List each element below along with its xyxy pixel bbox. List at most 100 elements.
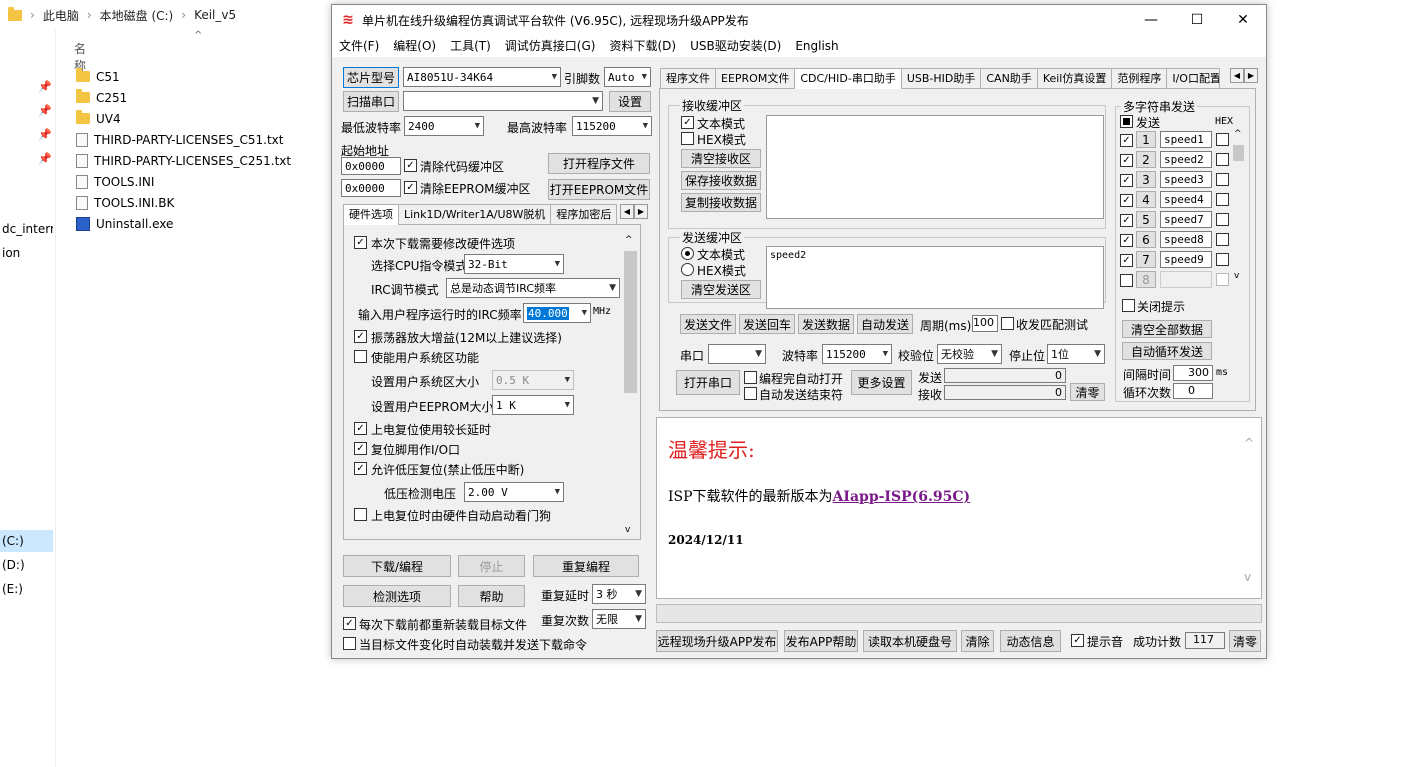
system-size-select[interactable]: 0.5 K ▼ xyxy=(492,370,574,390)
row-text-input[interactable]: speed7 xyxy=(1160,211,1212,228)
recv-hex-mode-checkbox[interactable] xyxy=(681,132,694,145)
stop-button[interactable]: 停止 xyxy=(458,555,525,577)
row-send-checkbox[interactable] xyxy=(1120,274,1133,287)
list-item[interactable]: C251 xyxy=(76,87,127,108)
row-send-checkbox[interactable]: ✓ xyxy=(1120,134,1133,147)
breadcrumb-item[interactable]: Keil_v5 xyxy=(194,8,236,22)
stop-bits-select[interactable]: 1位 ▼ xyxy=(1047,344,1105,364)
clear-all-button[interactable]: 清空全部数据 xyxy=(1122,320,1212,338)
reload-before-download-checkbox[interactable]: ✓ xyxy=(343,617,356,630)
tab-keil-sim[interactable]: Keil仿真设置 xyxy=(1036,68,1113,88)
list-item[interactable]: UV4 xyxy=(76,108,121,129)
list-item[interactable]: THIRD-PARTY-LICENSES_C51.txt xyxy=(76,129,283,150)
row-hex-checkbox[interactable] xyxy=(1216,173,1229,186)
row-text-input[interactable] xyxy=(1160,271,1212,288)
row-text-input[interactable]: speed9 xyxy=(1160,251,1212,268)
dynamic-info-button[interactable]: 动态信息 xyxy=(1000,630,1061,652)
repeat-count-select[interactable]: 无限 ▼ xyxy=(592,609,646,629)
list-item[interactable]: C51 xyxy=(76,66,120,87)
row-send-button[interactable]: 6 xyxy=(1136,231,1156,248)
watchdog-checkbox[interactable] xyxy=(354,508,367,521)
row-text-input[interactable]: speed8 xyxy=(1160,231,1212,248)
menu-debug[interactable]: 调试仿真接口(G) xyxy=(498,35,603,57)
user-system-checkbox[interactable] xyxy=(354,350,367,363)
close-tip-checkbox[interactable] xyxy=(1122,299,1135,312)
long-delay-checkbox[interactable]: ✓ xyxy=(354,422,367,435)
menu-usb-driver[interactable]: USB驱动安装(D) xyxy=(683,35,788,57)
reprogram-button[interactable]: 重复编程 xyxy=(533,555,639,577)
scroll-down-icon[interactable]: v xyxy=(1244,570,1251,584)
save-receive-button[interactable]: 保存接收数据 xyxy=(681,171,761,190)
irc-mode-select[interactable]: 总是动态调节IRC频率 ▼ xyxy=(446,278,620,298)
tab-program-file[interactable]: 程序文件 xyxy=(660,68,716,88)
send-textarea[interactable]: speed2 xyxy=(766,246,1104,309)
tab-scroll-left-icon[interactable]: ◀ xyxy=(1230,68,1244,83)
recv-match-checkbox[interactable] xyxy=(1001,317,1014,330)
send-enter-button[interactable]: 发送回车 xyxy=(739,314,795,334)
tab-scroll-left-icon[interactable]: ◀ xyxy=(620,204,634,219)
serial-port-select[interactable]: ▼ xyxy=(708,344,766,364)
row-hex-checkbox[interactable] xyxy=(1216,153,1229,166)
beep-checkbox[interactable]: ✓ xyxy=(1071,634,1084,647)
menu-program[interactable]: 编程(O) xyxy=(386,35,443,57)
breadcrumb-item[interactable]: 本地磁盘 (C:) xyxy=(100,7,174,24)
row-text-input[interactable]: speed2 xyxy=(1160,151,1212,168)
row-send-button[interactable]: 7 xyxy=(1136,251,1156,268)
clear-counts-button[interactable]: 清零 xyxy=(1070,383,1105,401)
scroll-thumb[interactable] xyxy=(624,251,637,393)
scroll-down-icon[interactable]: v xyxy=(625,525,630,535)
scroll-up-icon[interactable]: ^ xyxy=(1234,129,1242,139)
scan-port-button[interactable]: 扫描串口 xyxy=(343,91,399,112)
row-send-checkbox[interactable]: ✓ xyxy=(1120,154,1133,167)
row-text-input[interactable]: speed3 xyxy=(1160,171,1212,188)
port-select[interactable]: ▼ xyxy=(403,91,603,111)
menu-english[interactable]: English xyxy=(788,35,845,57)
period-input[interactable]: 100 xyxy=(972,315,998,332)
row-send-checkbox[interactable]: ✓ xyxy=(1120,214,1133,227)
open-port-button[interactable]: 打开串口 xyxy=(676,370,740,395)
interval-input[interactable]: 300 xyxy=(1173,365,1213,381)
auto-send-end-checkbox[interactable] xyxy=(744,387,757,400)
chip-model-select[interactable]: AI8051U-34K64 ▼ xyxy=(403,67,561,87)
repeat-delay-select[interactable]: 3 秒 ▼ xyxy=(592,584,646,604)
auto-loop-send-button[interactable]: 自动循环发送 xyxy=(1122,342,1212,360)
clear-receive-button[interactable]: 清空接收区 xyxy=(681,149,761,168)
row-send-button[interactable]: 5 xyxy=(1136,211,1156,228)
menu-file[interactable]: 文件(F) xyxy=(332,35,386,57)
tab-encryption[interactable]: 程序加密后 xyxy=(550,204,618,224)
min-baud-select[interactable]: 2400 ▼ xyxy=(404,116,484,136)
breadcrumb-item[interactable]: 此电脑 xyxy=(43,7,79,24)
tab-offline-writer[interactable]: Link1D/Writer1A/U8W脱机 xyxy=(398,204,552,224)
clear-send-button[interactable]: 清空发送区 xyxy=(681,280,761,299)
row-send-checkbox[interactable]: ✓ xyxy=(1120,194,1133,207)
row-text-input[interactable]: speed1 xyxy=(1160,131,1212,148)
auto-open-checkbox[interactable] xyxy=(744,371,757,384)
minimize-button[interactable]: — xyxy=(1128,5,1174,35)
row-hex-checkbox[interactable] xyxy=(1216,273,1229,286)
send-data-button[interactable]: 发送数据 xyxy=(798,314,854,334)
eeprom-address-input[interactable]: 0x0000 xyxy=(341,179,401,197)
row-hex-checkbox[interactable] xyxy=(1216,193,1229,206)
nav-item-e-drive[interactable]: (E:) xyxy=(0,578,53,600)
maximize-button[interactable]: ☐ xyxy=(1174,5,1220,35)
row-hex-checkbox[interactable] xyxy=(1216,213,1229,226)
row-send-checkbox[interactable]: ✓ xyxy=(1120,174,1133,187)
low-voltage-reset-checkbox[interactable]: ✓ xyxy=(354,462,367,475)
tab-scroll-right-icon[interactable]: ▶ xyxy=(634,204,648,219)
loop-count-input[interactable]: 0 xyxy=(1173,383,1213,399)
remote-upgrade-button[interactable]: 远程现场升级APP发布 xyxy=(656,630,778,652)
menu-tools[interactable]: 工具(T) xyxy=(443,35,498,57)
scroll-thumb[interactable] xyxy=(1233,145,1244,161)
send-hex-mode-radio[interactable] xyxy=(681,263,694,276)
receive-textarea[interactable] xyxy=(766,115,1104,219)
nav-item[interactable]: ion xyxy=(0,242,53,264)
tab-serial-assistant[interactable]: CDC/HID-串口助手 xyxy=(794,68,902,89)
scroll-up-icon[interactable]: ^ xyxy=(625,235,633,245)
modify-hw-checkbox[interactable]: ✓ xyxy=(354,236,367,249)
max-baud-select[interactable]: 115200 ▼ xyxy=(572,116,652,136)
row-text-input[interactable]: speed4 xyxy=(1160,191,1212,208)
list-item[interactable]: TOOLS.INI xyxy=(76,171,154,192)
menu-download[interactable]: 资料下载(D) xyxy=(602,35,683,57)
read-disk-id-button[interactable]: 读取本机硬盘号 xyxy=(863,630,957,652)
download-program-button[interactable]: 下载/编程 xyxy=(343,555,451,577)
